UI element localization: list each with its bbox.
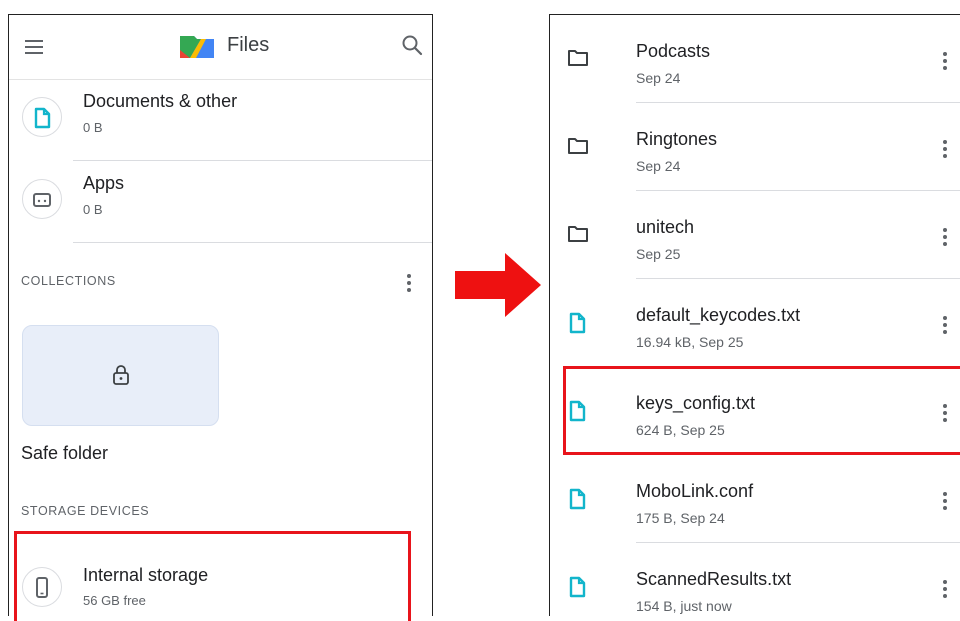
storage-devices-header: STORAGE DEVICES	[21, 504, 150, 518]
folder-icon	[567, 136, 589, 161]
category-title: Documents & other	[83, 91, 238, 111]
file-name: MoboLink.conf	[636, 481, 754, 501]
file-meta: 175 B, Sep 24	[636, 510, 725, 526]
more-options-icon[interactable]	[943, 492, 947, 510]
more-options-icon[interactable]	[943, 228, 947, 246]
file-icon	[567, 576, 587, 603]
category-size: 0 B	[83, 120, 103, 135]
more-options-icon[interactable]	[943, 140, 947, 158]
file-icon	[567, 312, 587, 339]
file-name: Ringtones	[636, 129, 718, 149]
folder-icon	[567, 48, 589, 73]
file-meta: Sep 25	[636, 246, 681, 262]
category-size: 0 B	[83, 202, 103, 217]
file-row[interactable]: MoboLink.conf 175 B, Sep 24	[550, 455, 960, 543]
file-name: ScannedResults.txt	[636, 569, 792, 589]
category-apps[interactable]: Apps 0 B	[9, 161, 432, 243]
app-title: Files	[227, 34, 270, 56]
menu-icon[interactable]	[25, 40, 43, 54]
android-icon	[33, 193, 51, 207]
more-options-icon[interactable]	[943, 316, 947, 334]
folder-row[interactable]: unitech Sep 25	[550, 191, 960, 279]
file-name: Podcasts	[636, 41, 711, 61]
highlight-keys-config	[563, 366, 960, 455]
file-icon	[567, 488, 587, 515]
file-row[interactable]: default_keycodes.txt 16.94 kB, Sep 25	[550, 279, 960, 367]
file-name: unitech	[636, 217, 695, 237]
file-list-screen: Podcasts Sep 24 Ringtones Sep 24 unitech Sep …	[549, 14, 960, 616]
file-meta: 154 B, just now	[636, 598, 732, 614]
category-title: Apps	[83, 173, 125, 193]
collections-more-options-icon[interactable]	[407, 274, 411, 292]
document-icon	[34, 107, 51, 129]
lock-icon	[113, 365, 129, 385]
more-options-icon[interactable]	[943, 580, 947, 598]
search-icon[interactable]	[401, 34, 423, 56]
safe-folder-card[interactable]	[22, 325, 219, 426]
file-meta: 16.94 kB, Sep 25	[636, 334, 744, 350]
files-home-screen: Files Documents & other 0 B Apps 0 B COL…	[8, 14, 433, 616]
more-options-icon[interactable]	[943, 52, 947, 70]
file-row[interactable]: ScannedResults.txt 154 B, just now	[550, 543, 960, 616]
safe-folder-label: Safe folder	[21, 443, 109, 463]
collections-header: COLLECTIONS	[21, 274, 116, 288]
files-logo-icon	[180, 36, 214, 58]
file-meta: Sep 24	[636, 70, 681, 86]
highlight-internal-storage	[14, 531, 411, 621]
file-meta: Sep 24	[636, 158, 681, 174]
folder-row[interactable]: Podcasts Sep 24	[550, 15, 960, 103]
divider	[73, 242, 432, 243]
folder-icon	[567, 224, 589, 249]
category-documents[interactable]: Documents & other 0 B	[9, 79, 432, 161]
file-name: default_keycodes.txt	[636, 305, 801, 325]
top-app-bar: Files	[9, 15, 432, 80]
right-arrow-icon	[455, 253, 541, 317]
folder-row[interactable]: Ringtones Sep 24	[550, 103, 960, 191]
